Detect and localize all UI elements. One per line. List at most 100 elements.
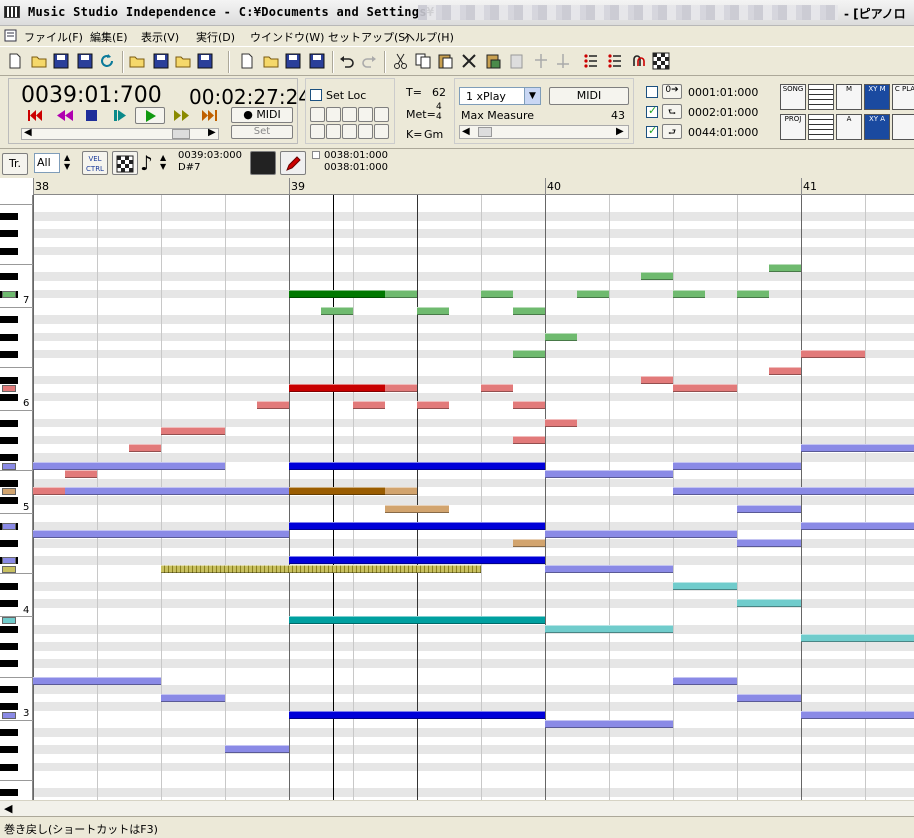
midi-note[interactable] (385, 487, 417, 496)
midi-note[interactable] (417, 401, 449, 410)
save-song-icon[interactable] (152, 52, 170, 70)
song-view-button[interactable]: SONG (780, 84, 806, 110)
menu-view[interactable]: 表示(V) (141, 29, 179, 45)
position-slider[interactable]: ◀ ▶ (21, 127, 219, 140)
midi-note[interactable] (321, 306, 353, 315)
menu-help[interactable]: ヘルプ(H) (404, 29, 454, 45)
slider-left-arrow-icon[interactable]: ◀ (462, 126, 470, 137)
mixer-midi-button[interactable]: M (836, 84, 862, 110)
project-view-button[interactable]: PROJ (780, 114, 806, 140)
max-measure-slider[interactable]: ◀ ▶ (459, 125, 629, 139)
slider-thumb[interactable] (478, 127, 492, 137)
loc-slot-button[interactable] (358, 124, 373, 139)
audio-grid-button[interactable] (808, 114, 834, 140)
midi-note[interactable] (385, 384, 417, 393)
pencil-tool-button[interactable] (280, 151, 306, 175)
black-key[interactable] (0, 600, 18, 608)
cut-icon[interactable] (392, 52, 410, 70)
loc-slot-button[interactable] (326, 124, 341, 139)
black-key[interactable] (0, 729, 18, 737)
join-disabled-icon[interactable] (554, 52, 572, 70)
midi-note[interactable] (801, 349, 865, 358)
piano-roll-editor[interactable]: 38 39 40 41 7 6 5 4 3 (0, 178, 914, 800)
paste-insert-icon[interactable] (484, 52, 502, 70)
menu-file[interactable]: ファイル(F) (24, 29, 83, 45)
fast-forward-icon[interactable] (173, 109, 191, 122)
black-key[interactable] (0, 376, 18, 384)
midi-note[interactable] (641, 375, 673, 384)
midi-note[interactable] (417, 504, 449, 513)
list-icon[interactable] (582, 52, 600, 70)
menu-window[interactable]: ウインドウ(W) (250, 29, 324, 45)
black-key[interactable] (0, 350, 18, 358)
open-document-icon[interactable] (262, 52, 280, 70)
midi-note[interactable] (481, 289, 513, 298)
midi-note[interactable] (737, 599, 801, 608)
midi-note[interactable] (289, 556, 545, 565)
reload-icon[interactable] (98, 52, 116, 70)
midi-note[interactable] (801, 444, 914, 453)
black-key[interactable] (0, 626, 18, 633)
step-play-icon[interactable] (113, 109, 127, 122)
midi-note[interactable] (545, 564, 673, 573)
midi-note[interactable] (33, 461, 97, 470)
open-folder-icon[interactable] (30, 52, 48, 70)
black-key[interactable] (0, 454, 18, 461)
midi-note[interactable] (289, 521, 545, 530)
loop-icon[interactable] (630, 52, 648, 70)
mixer-audio-button[interactable]: A (836, 114, 862, 140)
black-key[interactable] (0, 213, 18, 221)
loc3-checkbox[interactable] (646, 124, 658, 138)
black-key[interactable] (0, 479, 18, 487)
midi-note[interactable] (129, 444, 161, 453)
horizontal-scrollbar[interactable]: ◀ (0, 800, 914, 816)
black-key[interactable] (0, 763, 18, 771)
loc-slot-button[interactable] (310, 124, 325, 139)
midi-note[interactable] (737, 539, 801, 547)
play-button[interactable] (135, 107, 165, 124)
midi-note[interactable] (385, 289, 417, 298)
black-key[interactable] (0, 746, 18, 754)
midi-note[interactable] (673, 676, 737, 685)
midi-button[interactable]: MIDI (549, 87, 629, 105)
midi-note[interactable] (641, 272, 673, 281)
track-filter-spinner[interactable]: ▲ ▼ (64, 153, 76, 173)
loc-slot-button[interactable] (374, 124, 389, 139)
black-key[interactable] (0, 436, 18, 444)
velocity-control-button[interactable]: VEL CTRL (82, 151, 108, 175)
rewind-to-start-icon[interactable] (27, 109, 45, 122)
midi-note[interactable] (673, 530, 737, 539)
note-length-spinner[interactable]: ▲ ▼ (160, 153, 172, 173)
save-all-icon[interactable] (308, 52, 326, 70)
midi-note[interactable] (65, 470, 97, 479)
paste-icon[interactable] (436, 52, 454, 70)
save-document-icon[interactable] (284, 52, 302, 70)
scroll-left-arrow-icon[interactable]: ◀ (4, 802, 12, 815)
midi-note[interactable] (193, 427, 225, 436)
midi-record-button[interactable]: ● MIDI (231, 107, 293, 123)
chevron-down-icon[interactable]: ▼ (524, 88, 540, 104)
paste-merge-icon[interactable] (508, 52, 526, 70)
set-loc-checkbox[interactable] (310, 89, 322, 101)
midi-note[interactable] (673, 582, 737, 590)
midi-note[interactable] (33, 676, 161, 685)
midi-note[interactable] (513, 306, 545, 315)
black-key[interactable] (0, 230, 18, 238)
loc-slot-button[interactable] (374, 107, 389, 122)
note-grid[interactable] (33, 195, 914, 800)
black-key[interactable] (0, 333, 18, 341)
copy-icon[interactable] (414, 52, 432, 70)
measure-ruler[interactable]: 38 39 40 41 (33, 178, 914, 195)
loc-slot-button[interactable] (358, 107, 373, 122)
goto-loc1-button[interactable]: 0➔ (662, 84, 682, 99)
xy-midi-button[interactable]: XY M (864, 84, 890, 110)
black-key[interactable] (0, 419, 18, 427)
slider-right-arrow-icon[interactable]: ▶ (616, 126, 624, 137)
midi-note[interactable] (769, 367, 801, 375)
black-key[interactable] (0, 316, 18, 324)
midi-note[interactable] (161, 693, 225, 702)
loc-slot-button[interactable] (342, 107, 357, 122)
black-key[interactable] (0, 789, 18, 797)
black-key[interactable] (0, 583, 18, 590)
midi-note[interactable] (513, 349, 545, 358)
